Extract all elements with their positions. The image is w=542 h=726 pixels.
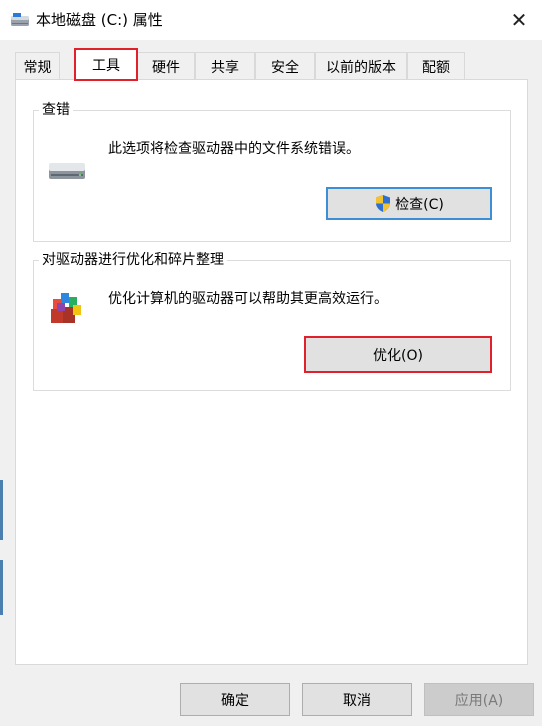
close-button[interactable]: ✕ (496, 0, 542, 40)
drive-icon (11, 13, 29, 26)
background-window-edge (0, 480, 3, 540)
error-checking-group: 查错 此选项将检查驱动器中的文件系统错误。 检查(C) (33, 100, 511, 242)
optimize-group: 对驱动器进行优化和碎片整理 优化计算机的驱动器可以帮助其更高效运行。 优化(O) (33, 250, 511, 391)
tab-previous-versions[interactable]: 以前的版本 (315, 52, 407, 80)
tab-tools[interactable]: 工具 (74, 48, 138, 81)
tab-quota[interactable]: 配额 (407, 52, 465, 80)
error-checking-description: 此选项将检查驱动器中的文件系统错误。 (108, 141, 360, 157)
optimize-description: 优化计算机的驱动器可以帮助其更高效运行。 (108, 291, 388, 307)
apply-button[interactable]: 应用(A) (424, 683, 534, 716)
background-window-edge (0, 560, 3, 615)
drive-icon (49, 163, 85, 179)
tab-hardware[interactable]: 硬件 (137, 52, 195, 80)
tab-general[interactable]: 常规 (15, 52, 60, 80)
ok-button[interactable]: 确定 (180, 683, 290, 716)
optimize-title: 对驱动器进行优化和碎片整理 (39, 250, 227, 270)
title-bar: 本地磁盘 (C:) 属性 ✕ (0, 0, 542, 40)
check-button[interactable]: 检查(C) (326, 187, 492, 220)
tab-panel-tools: 查错 此选项将检查驱动器中的文件系统错误。 检查(C) 对驱动器进行优化和碎片整… (15, 79, 528, 665)
cancel-button[interactable]: 取消 (302, 683, 412, 716)
error-checking-title: 查错 (39, 100, 73, 120)
optimize-button[interactable]: 优化(O) (304, 336, 492, 373)
close-icon: ✕ (510, 8, 528, 32)
window-title: 本地磁盘 (C:) 属性 (36, 11, 163, 29)
tab-sharing[interactable]: 共享 (195, 52, 255, 80)
defrag-icon (51, 293, 81, 323)
uac-shield-icon (376, 195, 391, 212)
tab-security[interactable]: 安全 (255, 52, 315, 80)
